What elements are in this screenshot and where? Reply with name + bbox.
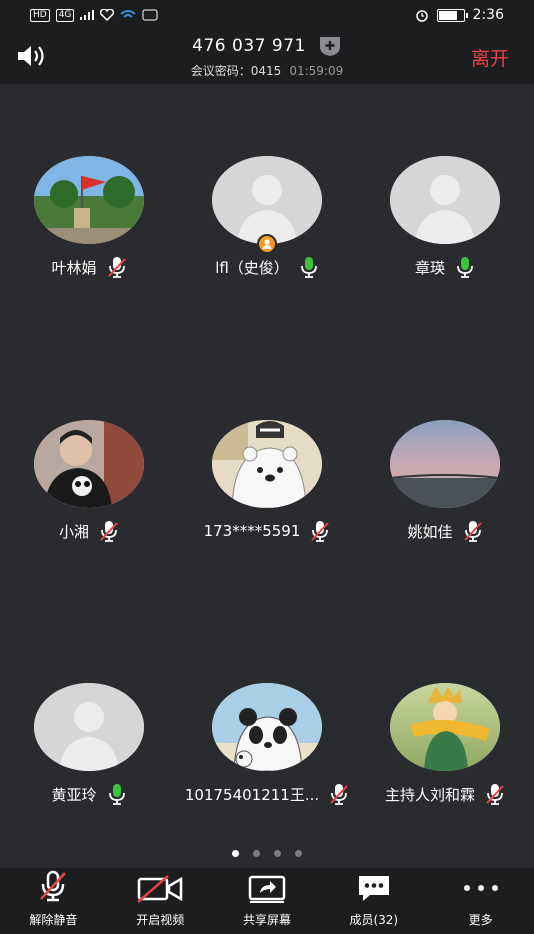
participant-tile[interactable]: 叶林娟 [14,156,164,278]
page-dot[interactable] [232,850,239,857]
participant-avatar[interactable] [390,156,500,244]
hd-indicator: HD [30,8,50,22]
participant-tile[interactable]: 章瑛 [370,156,520,278]
unmute-button[interactable]: 解除静音 [0,868,107,934]
participant-avatar[interactable] [390,420,500,508]
page-indicator[interactable] [0,850,534,857]
bottom-toolbar: 解除静音 开启视频 共享屏幕 成员(32) 更多 [0,868,534,934]
participant-avatar[interactable] [212,156,322,244]
members-label: 成员(32) [349,913,399,927]
mic-muted-icon [311,521,330,542]
clock: 2:36 [472,7,504,23]
meeting-timer: 01:59:09 [289,64,344,78]
status-bar: HD 4G 2:36 [0,0,534,30]
mic-on-icon [300,257,317,278]
participant-tile[interactable]: 小湘 [14,420,164,542]
participant-name-row: 黄亚玲 [14,783,164,805]
video-off-icon [137,875,183,903]
participant-name: 10175401211王... [184,785,320,804]
chat-bubble-icon [358,876,389,901]
participant-name-row: 173****5591 [192,520,342,542]
participant-name: 姚如佳 [407,522,453,541]
participant-name-row: 叶林娟 [14,256,164,278]
participant-avatar[interactable] [34,420,144,508]
mic-muted-icon [463,521,482,542]
participant-name: 黄亚玲 [51,785,97,804]
more-icon [463,885,498,891]
share-screen-icon [248,875,286,903]
status-right: 2:36 [415,7,504,23]
meeting-password: 会议密码：0415 [190,64,282,78]
unmute-label: 解除静音 [29,913,78,927]
mic-on-icon [457,257,473,278]
mic-muted-icon [330,784,348,805]
video-label: 开启视频 [136,913,185,927]
app-notification-icon [142,9,158,21]
status-indicators: HD 4G [30,8,158,22]
participant-tile[interactable]: 黄亚玲 [14,683,164,805]
participant-name: 小湘 [58,522,89,541]
participant-avatar[interactable] [390,683,500,771]
meeting-header: 476 037 971 会议密码：0415 01:59:09 离开 [0,30,534,84]
participant-name: 叶林娟 [51,258,97,277]
participant-avatar[interactable] [212,420,322,508]
mic-muted-icon [486,784,504,805]
more-button[interactable]: 更多 [427,868,534,934]
page-dot[interactable] [274,850,281,857]
participant-tile[interactable]: 主持人刘和霖 [370,683,520,805]
participant-tile[interactable]: lfl（史俊） [192,156,342,278]
wifi-icon [120,10,137,18]
share-screen-button[interactable]: 共享屏幕 [214,868,321,934]
leave-button[interactable]: 离开 [471,44,509,71]
mic-muted-icon [100,521,118,542]
members-button[interactable]: 成员(32) [320,868,427,934]
page-dot[interactable] [295,850,302,857]
meeting-info: 会议密码：0415 01:59:09 [0,62,534,79]
participant-name-row: 章瑛 [370,256,520,278]
alarm-icon [415,10,428,22]
participant-name: 173****5591 [203,522,301,540]
more-label: 更多 [468,913,493,927]
participant-name: 章瑛 [414,258,445,277]
battery-icon [436,8,468,22]
meeting-id-row[interactable]: 476 037 971 [0,35,534,57]
participant-tile[interactable]: 10175401211王... [185,683,348,805]
participant-name-row: 主持人刘和霖 [370,783,520,805]
page-dot[interactable] [253,850,260,857]
mic-muted-icon [107,257,126,278]
network-indicator: 4G [55,8,75,22]
participant-avatar[interactable] [212,683,322,771]
mic-on-icon [108,784,125,805]
host-badge-icon [257,234,277,254]
start-video-button[interactable]: 开启视频 [107,868,214,934]
participant-name: lfl（史俊） [215,258,289,277]
participant-tile[interactable]: 173****5591 [192,420,342,542]
signal-icon [80,10,95,20]
participant-grid: 叶林娟 lfl（史俊） 章瑛小湘 173****5591 姚如佳黄亚玲 101754012… [0,84,534,868]
participant-name-row: 小湘 [14,520,164,542]
participant-name-row: lfl（史俊） [192,256,342,278]
heart-icon [100,9,115,21]
participant-avatar[interactable] [34,156,144,244]
shield-icon[interactable] [318,35,342,57]
meeting-id[interactable]: 476 037 971 [192,36,306,56]
mic-muted-icon [40,870,67,902]
participant-name-row: 10175401211王... [185,783,348,805]
participant-name: 主持人刘和霖 [384,785,475,804]
participant-avatar[interactable] [34,683,144,771]
participant-tile[interactable]: 姚如佳 [370,420,520,542]
share-label: 共享屏幕 [242,913,291,927]
participant-name-row: 姚如佳 [370,520,520,542]
